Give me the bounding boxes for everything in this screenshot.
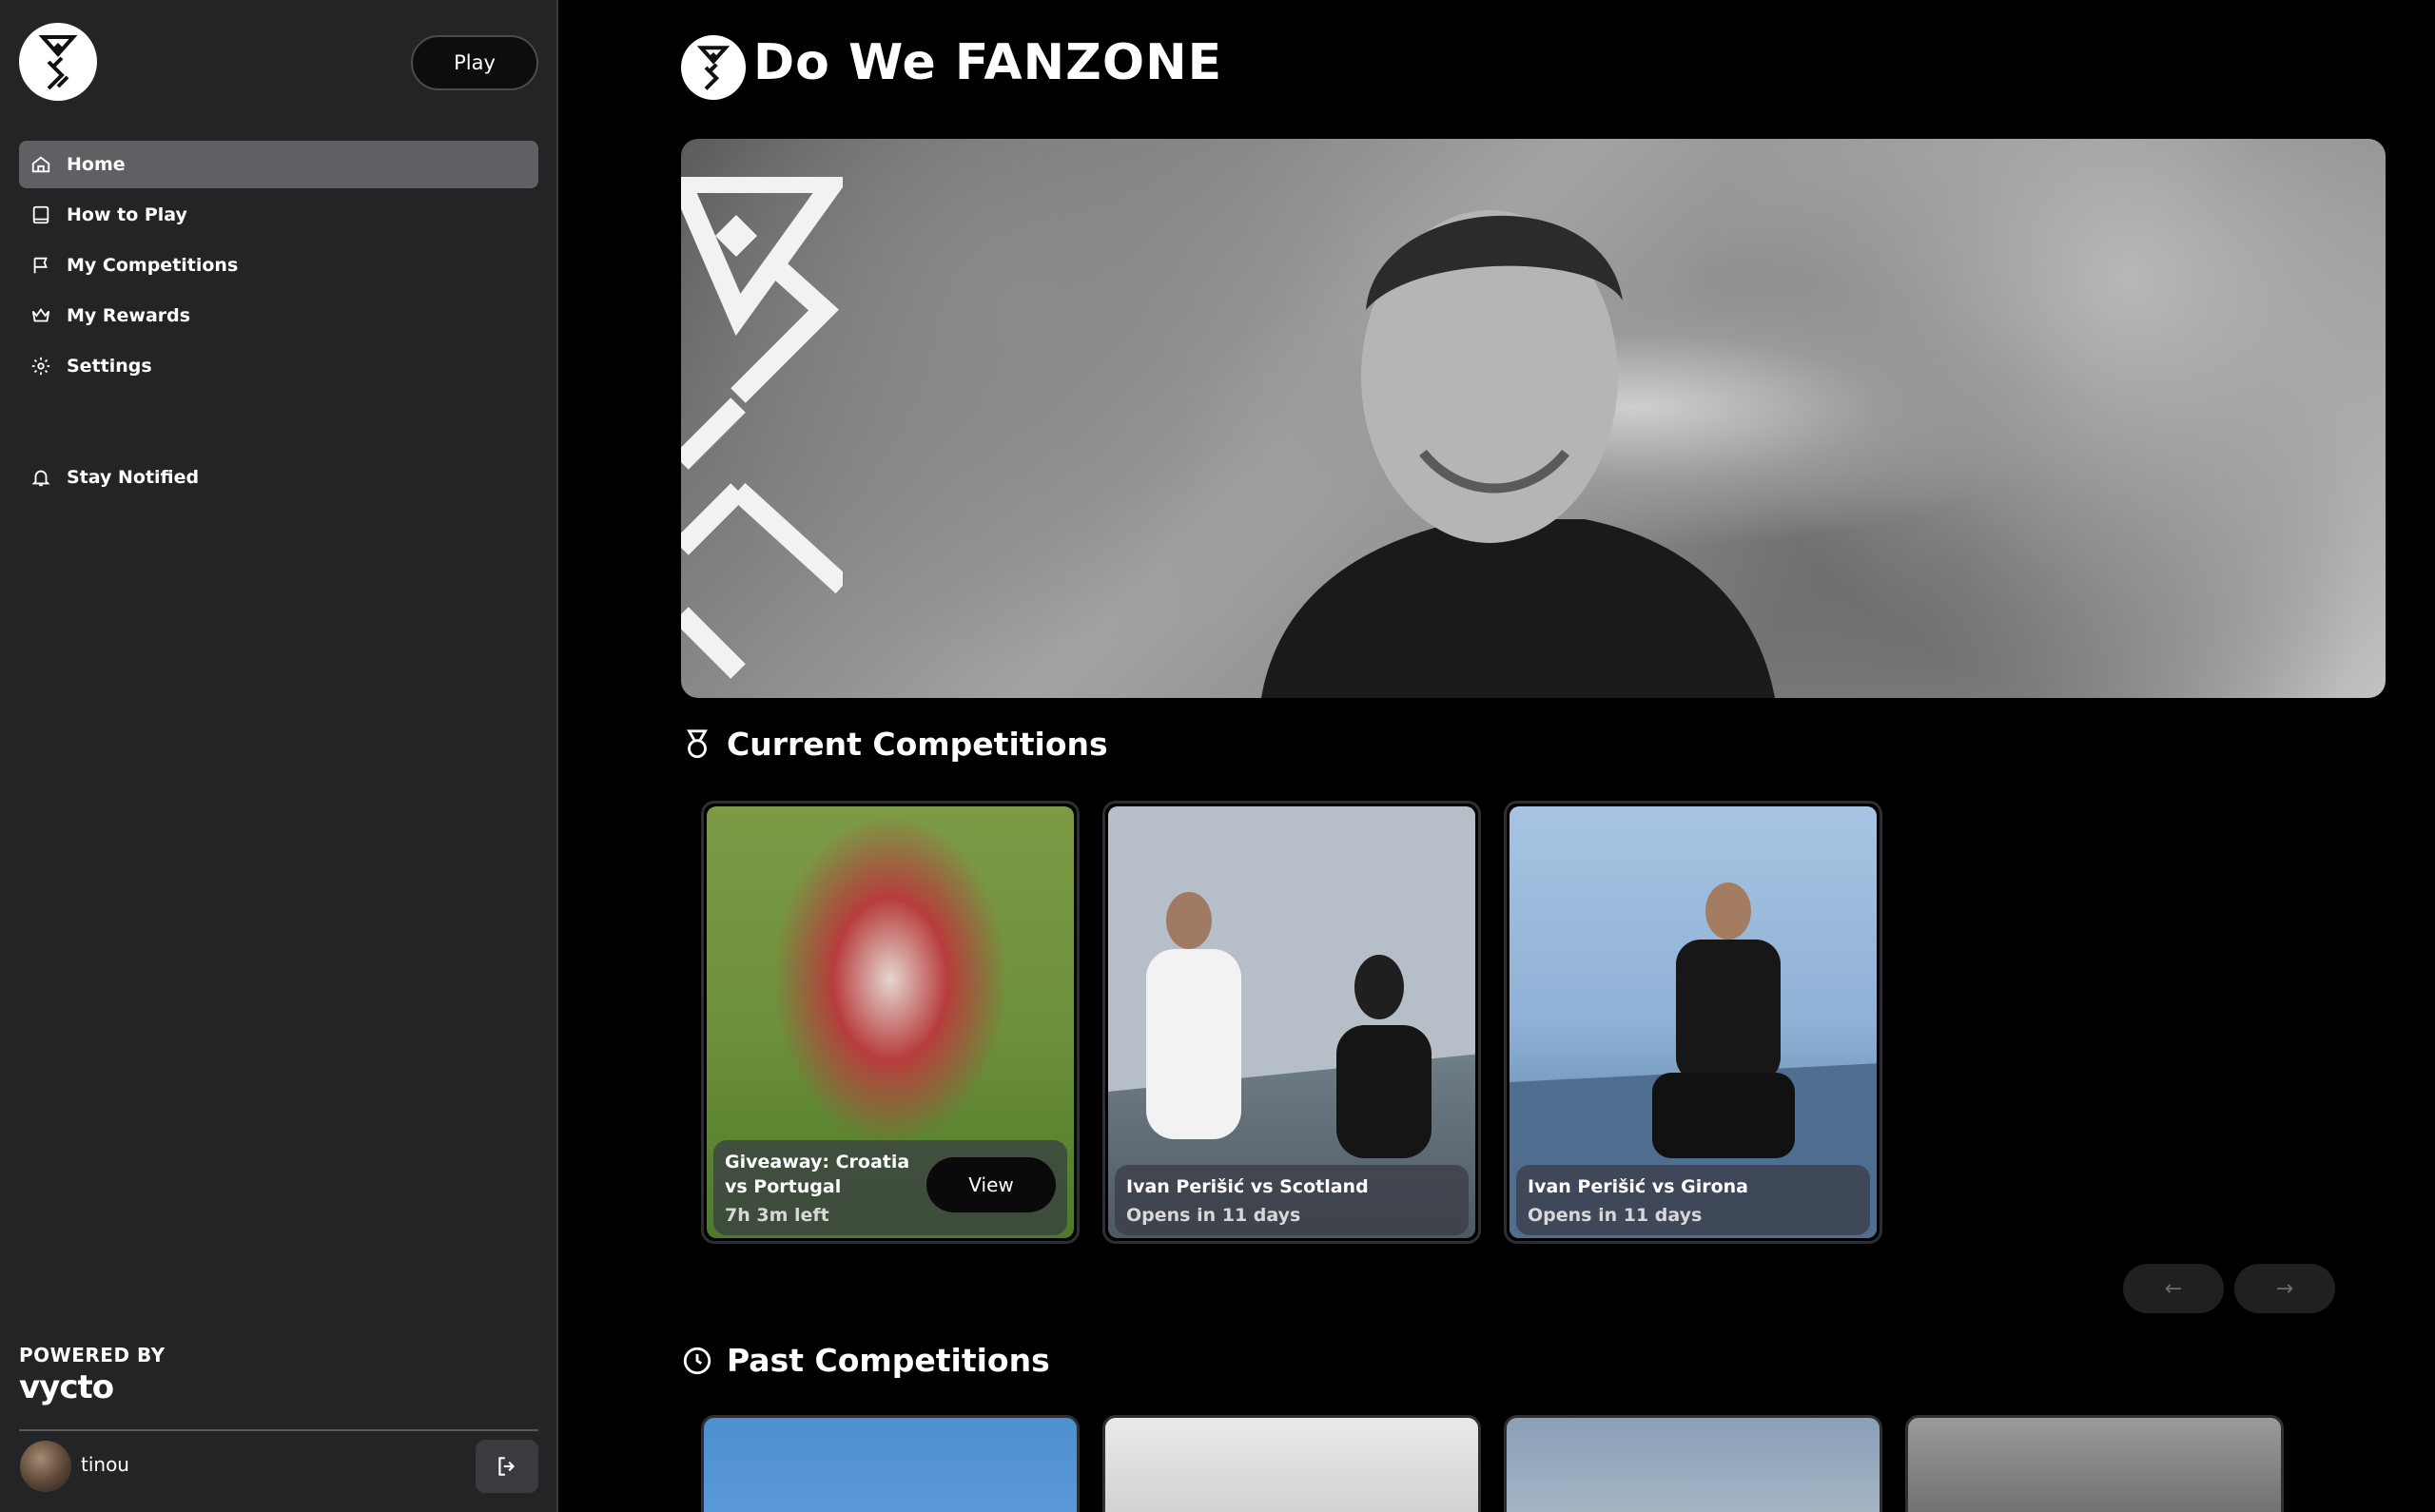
sidebar-item-label: My Competitions bbox=[67, 255, 239, 276]
sidebar-item-label: How to Play bbox=[67, 204, 187, 225]
sidebar-item-label: My Rewards bbox=[67, 305, 191, 326]
fanzone-logo-icon bbox=[38, 35, 78, 90]
gear-icon bbox=[30, 356, 51, 377]
flag-icon bbox=[30, 255, 51, 276]
card-subtitle: Opens in 11 days bbox=[1126, 1205, 1301, 1226]
powered-by: POWERED BY vycto bbox=[19, 1344, 166, 1406]
logout-icon bbox=[498, 1457, 516, 1476]
competition-card[interactable]: Ivan Perišić vs Girona Opens in 11 days bbox=[1504, 801, 1882, 1244]
card-info: Giveaway: Croatia vs Portugal 7h 3m left… bbox=[713, 1140, 1067, 1235]
view-button[interactable]: View bbox=[926, 1157, 1056, 1212]
clock-icon bbox=[681, 1345, 713, 1377]
sidebar-nav: Home How to Play My Competitions My Rewa… bbox=[19, 141, 538, 393]
fanzone-logo-icon bbox=[696, 46, 730, 90]
card-subtitle: Opens in 11 days bbox=[1528, 1205, 1703, 1226]
medal-icon bbox=[681, 728, 713, 761]
sidebar-item-how-to-play[interactable]: How to Play bbox=[19, 191, 538, 239]
header-logo bbox=[681, 35, 746, 100]
carousel-next-button[interactable]: → bbox=[2234, 1264, 2335, 1313]
powered-by-label: POWERED BY bbox=[19, 1344, 166, 1367]
carousel-prev-button[interactable]: ← bbox=[2123, 1264, 2224, 1313]
card-info: Ivan Perišić vs Scotland Opens in 11 day… bbox=[1115, 1165, 1469, 1235]
hero-banner bbox=[681, 139, 2386, 698]
home-icon bbox=[30, 154, 51, 175]
crown-icon bbox=[30, 305, 51, 326]
card-title: Ivan Perišić vs Girona bbox=[1528, 1176, 1748, 1197]
username: tinou bbox=[81, 1453, 129, 1476]
past-competition-card[interactable] bbox=[1102, 1415, 1481, 1512]
sidebar-item-label: Home bbox=[67, 154, 126, 175]
sidebar-item-settings[interactable]: Settings bbox=[19, 342, 538, 390]
past-competition-card[interactable] bbox=[1504, 1415, 1882, 1512]
stay-notified-section: Stay Notified bbox=[19, 454, 538, 504]
page-title: Do We FANZONE bbox=[753, 34, 1223, 91]
card-title: Giveaway: Croatia vs Portugal bbox=[725, 1152, 910, 1197]
avatar[interactable] bbox=[20, 1441, 71, 1492]
past-competition-card[interactable] bbox=[701, 1415, 1080, 1512]
sidebar-item-home[interactable]: Home bbox=[19, 141, 538, 188]
sidebar-item-my-rewards[interactable]: My Rewards bbox=[19, 292, 538, 339]
card-info: Ivan Perišić vs Girona Opens in 11 days bbox=[1516, 1165, 1870, 1235]
main-content: Do We FANZONE Current Competitions Givea… bbox=[560, 0, 2435, 1512]
brand-logo[interactable] bbox=[19, 23, 97, 101]
card-title: Ivan Perišić vs Scotland bbox=[1126, 1176, 1369, 1197]
book-icon bbox=[30, 204, 51, 225]
past-competitions-heading: Past Competitions bbox=[681, 1342, 1050, 1379]
logout-button[interactable] bbox=[476, 1440, 538, 1493]
competition-card[interactable]: Giveaway: Croatia vs Portugal 7h 3m left… bbox=[701, 801, 1080, 1244]
player-portrait bbox=[1261, 210, 1775, 698]
brand-mark-graphic bbox=[681, 177, 843, 679]
vycto-logo[interactable]: vycto bbox=[19, 1368, 166, 1406]
play-button[interactable]: Play bbox=[411, 35, 538, 90]
section-title: Past Competitions bbox=[727, 1342, 1050, 1379]
sidebar-item-my-competitions[interactable]: My Competitions bbox=[19, 242, 538, 289]
past-competition-card[interactable] bbox=[1905, 1415, 2284, 1512]
sidebar: Play Home How to Play My Competitions My… bbox=[0, 0, 558, 1512]
competition-card[interactable]: Ivan Perišić vs Scotland Opens in 11 day… bbox=[1102, 801, 1481, 1244]
bell-icon bbox=[30, 467, 51, 488]
sidebar-divider bbox=[19, 1429, 538, 1431]
current-competitions-heading: Current Competitions bbox=[681, 726, 1108, 763]
sidebar-item-label: Settings bbox=[67, 356, 152, 377]
section-title: Current Competitions bbox=[727, 726, 1108, 763]
stay-notified-button[interactable]: Stay Notified bbox=[19, 454, 538, 501]
stay-notified-label: Stay Notified bbox=[67, 467, 200, 488]
